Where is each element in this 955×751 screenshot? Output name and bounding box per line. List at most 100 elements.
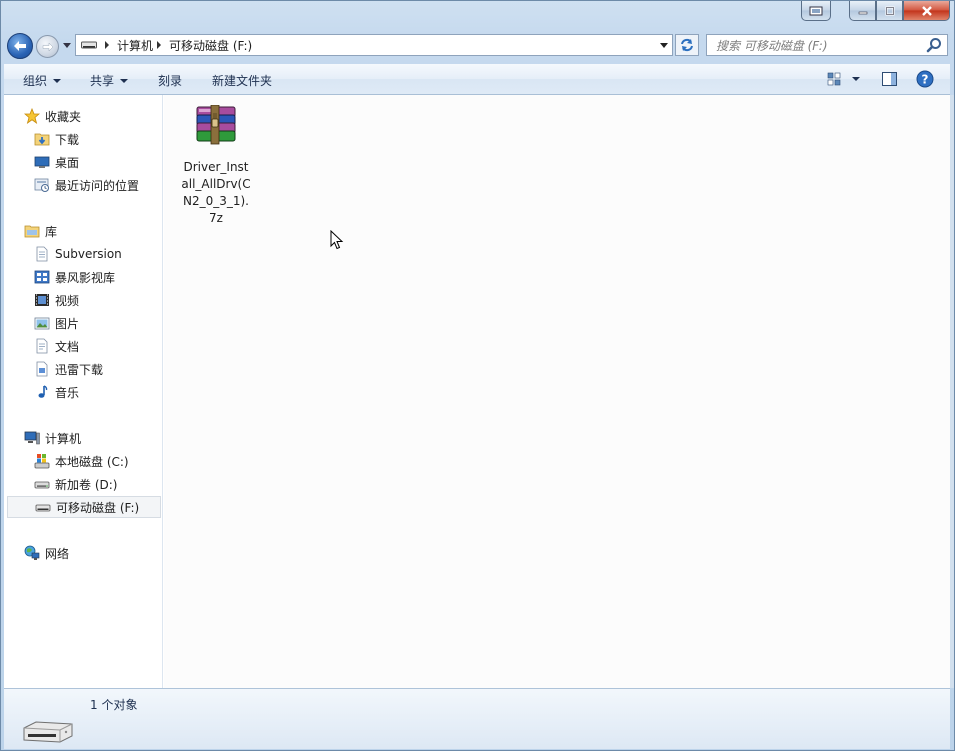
media-library-icon [34, 270, 50, 284]
breadcrumb-computer[interactable]: 计算机 [117, 37, 153, 54]
chevron-down-icon [120, 78, 129, 83]
winrar-archive-icon [196, 105, 236, 145]
sidebar-item-label: 视频 [55, 293, 80, 308]
search-icon[interactable] [926, 37, 942, 53]
details-pane: 1 个对象 [4, 688, 950, 749]
window-extra-button[interactable] [801, 1, 831, 21]
sidebar-item-label: 暴风影视库 [55, 270, 116, 285]
video-film-icon [35, 294, 49, 306]
sidebar-item-favorites[interactable]: 收藏夹 [4, 105, 181, 127]
preview-pane-icon [882, 72, 897, 86]
network-icon [24, 545, 40, 560]
title-bar [1, 1, 954, 29]
change-view-button[interactable] [826, 70, 860, 88]
thunder-download-icon [36, 361, 48, 377]
refresh-button[interactable] [675, 34, 699, 56]
chevron-down-icon [53, 78, 62, 83]
removable-drive-icon [81, 41, 97, 49]
sidebar-item-downloads[interactable]: 下载 [4, 128, 191, 150]
hard-drive-icon [34, 481, 50, 489]
window-controls [849, 1, 950, 21]
navigation-pane[interactable]: 收藏夹 下载 桌面 最近访问的位置 库 Subversion 暴风影视库 视频 … [4, 95, 163, 688]
maximize-button[interactable] [876, 1, 903, 21]
close-button[interactable] [903, 1, 950, 21]
removable-drive-icon [23, 721, 73, 743]
sidebar-item-label: 可移动磁盘 (F:) [56, 500, 140, 515]
sidebar-item-recent-places[interactable]: 最近访问的位置 [4, 174, 191, 196]
sidebar-item-music[interactable]: 音乐 [4, 381, 191, 403]
search-input[interactable]: 搜索 可移动磁盘 (F:) [707, 37, 926, 54]
sidebar-item-new-volume-d[interactable]: 新加卷 (D:) [4, 473, 191, 495]
sidebar-item-removable-disk-f[interactable]: 可移动磁盘 (F:) [7, 496, 161, 518]
sidebar-item-label: 文档 [55, 339, 80, 354]
removable-drive-icon [35, 504, 51, 512]
recent-pages-dropdown[interactable] [63, 43, 71, 48]
sidebar-item-desktop[interactable]: 桌面 [4, 151, 191, 173]
preview-pane-button[interactable] [881, 70, 898, 88]
sidebar-item-local-disk-c[interactable]: 本地磁盘 (C:) [4, 450, 191, 472]
sidebar-item-label: 最近访问的位置 [55, 178, 140, 193]
minimize-icon [858, 11, 867, 14]
back-button[interactable] [7, 33, 33, 59]
pictures-icon [34, 317, 50, 330]
sidebar-item-label: 下载 [55, 132, 80, 147]
burn-label: 刻录 [158, 74, 183, 88]
sidebar-item-label: 收藏夹 [45, 109, 82, 124]
sidebar-item-libraries[interactable]: 库 [4, 220, 181, 242]
navigation-bar: 计算机 可移动磁盘 (F:) 搜索 可移动磁盘 (F:) [1, 31, 954, 61]
main-pane: 收藏夹 下载 桌面 最近访问的位置 库 Subversion 暴风影视库 视频 … [4, 95, 950, 688]
help-button[interactable]: ? [916, 70, 934, 88]
maximize-icon [885, 6, 894, 15]
sidebar-item-network[interactable]: 网络 [4, 542, 181, 564]
sidebar-item-subversion[interactable]: Subversion [4, 243, 191, 265]
desktop-icon [34, 156, 50, 168]
forward-button[interactable] [36, 35, 59, 58]
minimize-button[interactable] [849, 1, 876, 21]
document-library-icon [36, 246, 48, 262]
refresh-icon [681, 38, 693, 52]
sidebar-item-label: 库 [45, 224, 58, 239]
sidebar-item-label: Subversion [55, 247, 122, 261]
computer-icon [24, 431, 40, 445]
window-switch-icon [809, 6, 823, 15]
search-box[interactable]: 搜索 可移动磁盘 (F:) [706, 34, 948, 56]
sidebar-item-thunder-downloads[interactable]: 迅雷下载 [4, 358, 191, 380]
sidebar-item-baofeng-library[interactable]: 暴风影视库 [4, 266, 191, 288]
new-folder-label: 新建文件夹 [212, 74, 273, 88]
chevron-down-icon[interactable] [852, 77, 860, 81]
sidebar-item-pictures[interactable]: 图片 [4, 312, 191, 334]
music-note-icon [38, 385, 48, 398]
library-folder-icon [24, 225, 40, 238]
star-icon [24, 108, 40, 124]
share-menu[interactable]: 共享 [90, 72, 129, 89]
breadcrumb-removable-disk[interactable]: 可移动磁盘 (F:) [169, 37, 252, 54]
sidebar-item-label: 迅雷下载 [55, 362, 104, 377]
new-folder-button[interactable]: 新建文件夹 [212, 72, 272, 89]
file-list-view[interactable]: Driver_Install_AllDrv(CN2_0_3_1).7z [164, 95, 950, 688]
svg-text:?: ? [922, 73, 929, 87]
organize-label: 组织 [23, 74, 48, 88]
address-history-dropdown[interactable] [660, 43, 668, 48]
item-count: 1 个对象 [90, 698, 138, 712]
system-drive-icon [34, 454, 50, 469]
window-frame-right [950, 95, 954, 688]
downloads-folder-icon [34, 133, 50, 146]
sidebar-item-label: 新加卷 (D:) [55, 477, 118, 492]
file-name[interactable]: Driver_Install_AllDrv(CN2_0_3_1).7z [180, 159, 252, 227]
sidebar-item-videos[interactable]: 视频 [4, 289, 191, 311]
organize-menu[interactable]: 组织 [23, 72, 62, 89]
breadcrumb-separator[interactable] [105, 41, 109, 49]
view-grid-icon [827, 72, 841, 86]
documents-icon [36, 338, 48, 354]
address-bar[interactable]: 计算机 可移动磁盘 (F:) [75, 34, 673, 56]
command-bar: 组织 共享 刻录 新建文件夹 ? [4, 64, 950, 95]
close-icon [921, 5, 932, 16]
forward-arrow-icon [42, 41, 53, 52]
mouse-pointer-icon [330, 230, 344, 250]
sidebar-item-computer[interactable]: 计算机 [4, 427, 181, 449]
burn-button[interactable]: 刻录 [158, 72, 182, 89]
help-icon: ? [916, 70, 934, 88]
breadcrumb-separator[interactable] [157, 41, 162, 49]
sidebar-item-label: 图片 [55, 316, 80, 331]
sidebar-item-documents[interactable]: 文档 [4, 335, 191, 357]
